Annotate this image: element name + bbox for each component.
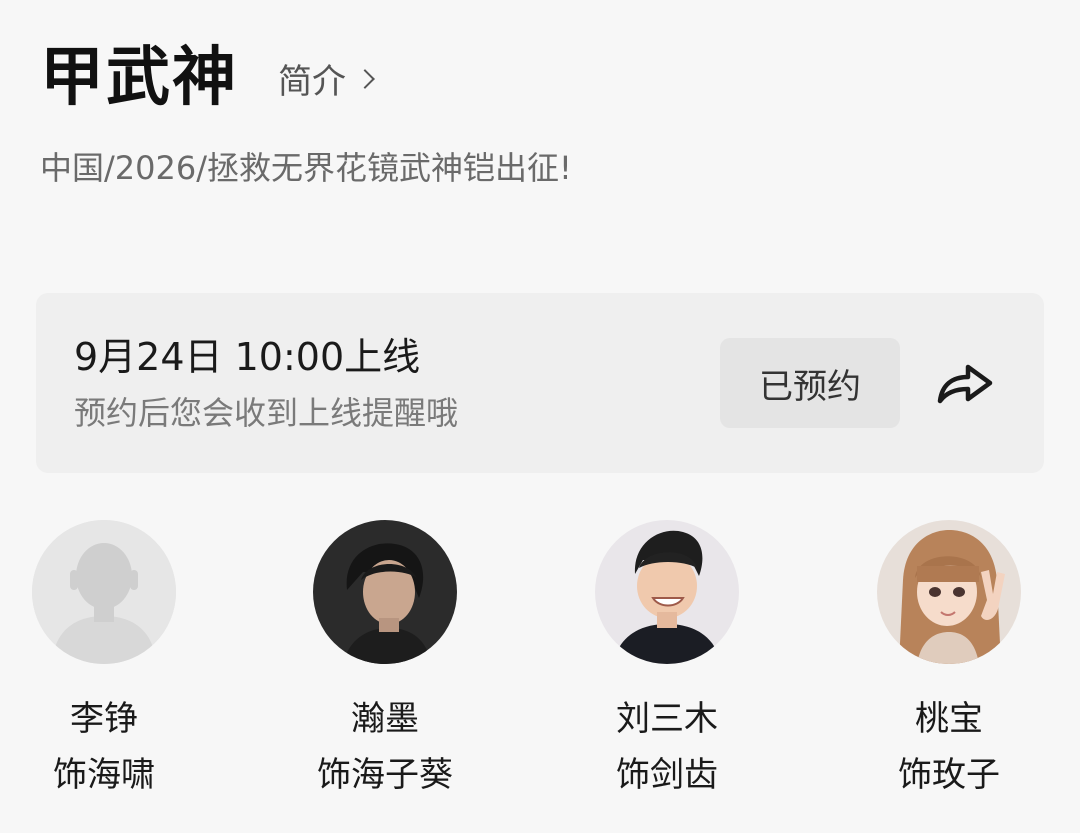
role-name: 饰剑齿 xyxy=(616,755,718,795)
avatar xyxy=(32,520,176,664)
actor-name: 瀚墨 xyxy=(351,699,419,739)
reserved-button[interactable]: 已预约 xyxy=(720,338,900,428)
avatar xyxy=(595,520,739,664)
share-icon[interactable] xyxy=(932,355,996,411)
title-row: 甲武神 简介 xyxy=(40,38,375,118)
cast-item[interactable]: 李铮 饰海啸 xyxy=(0,520,224,796)
cast-item[interactable]: 瀚墨 饰海子葵 xyxy=(265,520,505,796)
reservation-card: 9月24日 10:00上线 预约后您会收到上线提醒哦 已预约 xyxy=(36,293,1044,473)
actor-name: 刘三木 xyxy=(616,699,718,739)
actor-name: 桃宝 xyxy=(915,699,983,739)
avatar xyxy=(877,520,1021,664)
cast-item[interactable]: 桃宝 饰玫子 xyxy=(829,520,1069,796)
intro-label: 简介 xyxy=(278,62,346,102)
avatar xyxy=(313,520,457,664)
drama-detail-page: 甲武神 简介 中国/2026/拯救无界花镜武神铠出征! 9月24日 10:00上… xyxy=(0,0,1080,833)
role-name: 饰玫子 xyxy=(898,755,1000,795)
actor-name: 李铮 xyxy=(70,699,138,739)
cast-item[interactable]: 刘三木 饰剑齿 xyxy=(547,520,787,796)
role-name: 饰海子葵 xyxy=(317,755,453,795)
show-meta: 中国/2026/拯救无界花镜武神铠出征! xyxy=(40,149,572,187)
show-title: 甲武神 xyxy=(40,41,238,115)
intro-link[interactable]: 简介 xyxy=(278,54,375,103)
role-name: 饰海啸 xyxy=(53,755,155,795)
release-time: 9月24日 10:00上线 xyxy=(74,335,421,379)
chevron-right-icon xyxy=(355,68,375,89)
reservation-tip: 预约后您会收到上线提醒哦 xyxy=(74,394,459,432)
